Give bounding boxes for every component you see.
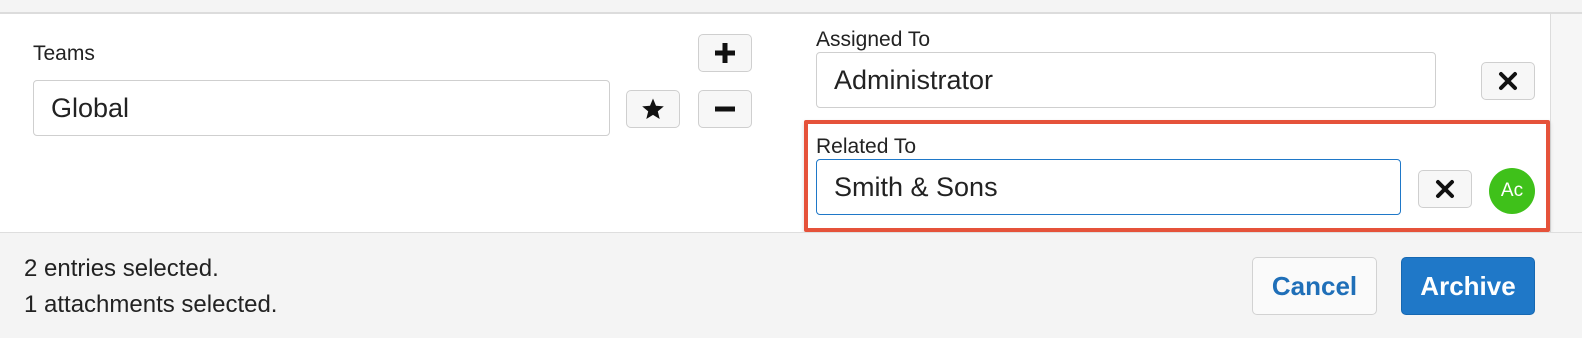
teams-input[interactable]: Global <box>33 80 610 136</box>
attachments-selected-text: 1 attachments selected. <box>24 291 278 318</box>
related-to-label: Related To <box>816 135 917 158</box>
clear-related-button[interactable] <box>1418 170 1472 208</box>
related-to-input[interactable]: Smith & Sons <box>816 159 1401 215</box>
x-icon <box>1436 180 1454 198</box>
clear-assigned-button[interactable] <box>1481 62 1535 100</box>
module-badge: Ac <box>1489 168 1535 214</box>
entries-selected-text: 2 entries selected. <box>24 255 219 282</box>
plus-icon <box>715 43 735 63</box>
scroll-rail[interactable] <box>1550 14 1582 232</box>
footer: 2 entries selected. 1 attachments select… <box>0 232 1582 338</box>
minus-icon <box>715 106 735 112</box>
remove-team-button[interactable] <box>698 90 752 128</box>
cancel-button[interactable]: Cancel <box>1252 257 1377 315</box>
primary-team-button[interactable] <box>626 90 680 128</box>
archive-button[interactable]: Archive <box>1401 257 1535 315</box>
star-icon <box>642 98 664 119</box>
assigned-to-label: Assigned To <box>816 28 931 51</box>
top-edge <box>0 0 1582 14</box>
x-icon <box>1499 72 1517 90</box>
add-team-button[interactable] <box>698 34 752 72</box>
teams-label: Teams <box>33 42 95 65</box>
assigned-to-input[interactable]: Administrator <box>816 52 1436 108</box>
